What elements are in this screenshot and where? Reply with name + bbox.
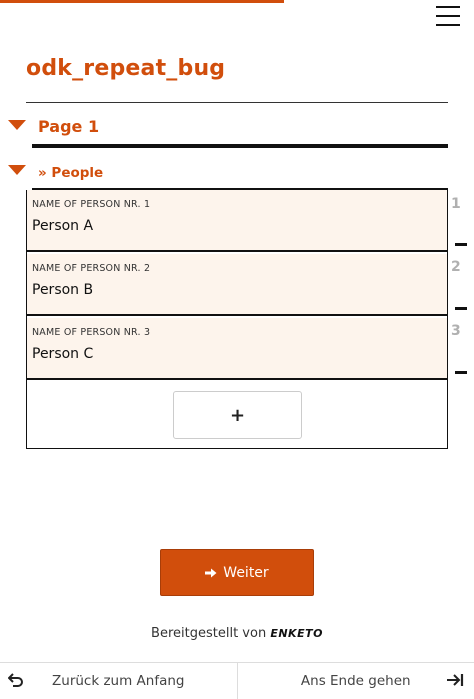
go-to-end-label: Ans Ende gehen	[301, 673, 411, 689]
progress-bar	[0, 0, 284, 3]
arrow-right-icon	[205, 567, 217, 579]
group-label-page-1[interactable]: Page 1	[38, 117, 99, 136]
footer-nav: Zurück zum Anfang Ans Ende gehen	[0, 662, 474, 699]
minus-icon[interactable]	[455, 243, 467, 246]
caret-down-icon[interactable]	[8, 120, 26, 130]
repeat-item: Name of person nr. 1 Person A	[27, 190, 447, 252]
question-label: Name of person nr. 3	[32, 327, 150, 338]
hamburger-icon[interactable]	[436, 6, 460, 26]
enketo-logo[interactable]: ENKETO	[270, 627, 323, 640]
repeat-container: Name of person nr. 1 Person A Name of pe…	[26, 190, 448, 449]
repeat-item: Name of person nr. 3 Person C	[27, 318, 447, 380]
question-label: Name of person nr. 2	[32, 263, 150, 274]
minus-icon[interactable]	[455, 307, 467, 310]
person-name-input[interactable]: Person B	[32, 282, 93, 298]
next-button[interactable]: Weiter	[160, 549, 314, 596]
add-repeat-button[interactable]: +	[173, 391, 302, 439]
caret-down-icon[interactable]	[8, 165, 26, 175]
powered-by-text: Bereitgestellt von	[151, 626, 266, 641]
repeat-item: Name of person nr. 2 Person B	[27, 254, 447, 316]
title-divider	[26, 102, 448, 103]
repeat-number: 2	[451, 259, 461, 275]
arrow-to-end-icon	[446, 672, 464, 688]
minus-icon[interactable]	[455, 371, 467, 374]
question-label: Name of person nr. 1	[32, 199, 150, 210]
back-to-start-label: Zurück zum Anfang	[52, 673, 184, 689]
undo-arrow-icon	[8, 672, 24, 688]
next-button-label: Weiter	[223, 565, 268, 581]
person-name-input[interactable]: Person A	[32, 218, 93, 234]
powered-by: Bereitgestellt von ENKETO	[0, 626, 474, 641]
form-title: odk_repeat_bug	[26, 56, 225, 81]
repeat-number: 3	[451, 323, 461, 339]
group-divider	[32, 144, 448, 148]
person-name-input[interactable]: Person C	[32, 346, 93, 362]
back-to-start-button[interactable]: Zurück zum Anfang	[0, 663, 237, 699]
repeat-group-label[interactable]: » People	[38, 165, 103, 181]
repeat-number: 1	[451, 196, 461, 212]
go-to-end-button[interactable]: Ans Ende gehen	[237, 663, 474, 699]
